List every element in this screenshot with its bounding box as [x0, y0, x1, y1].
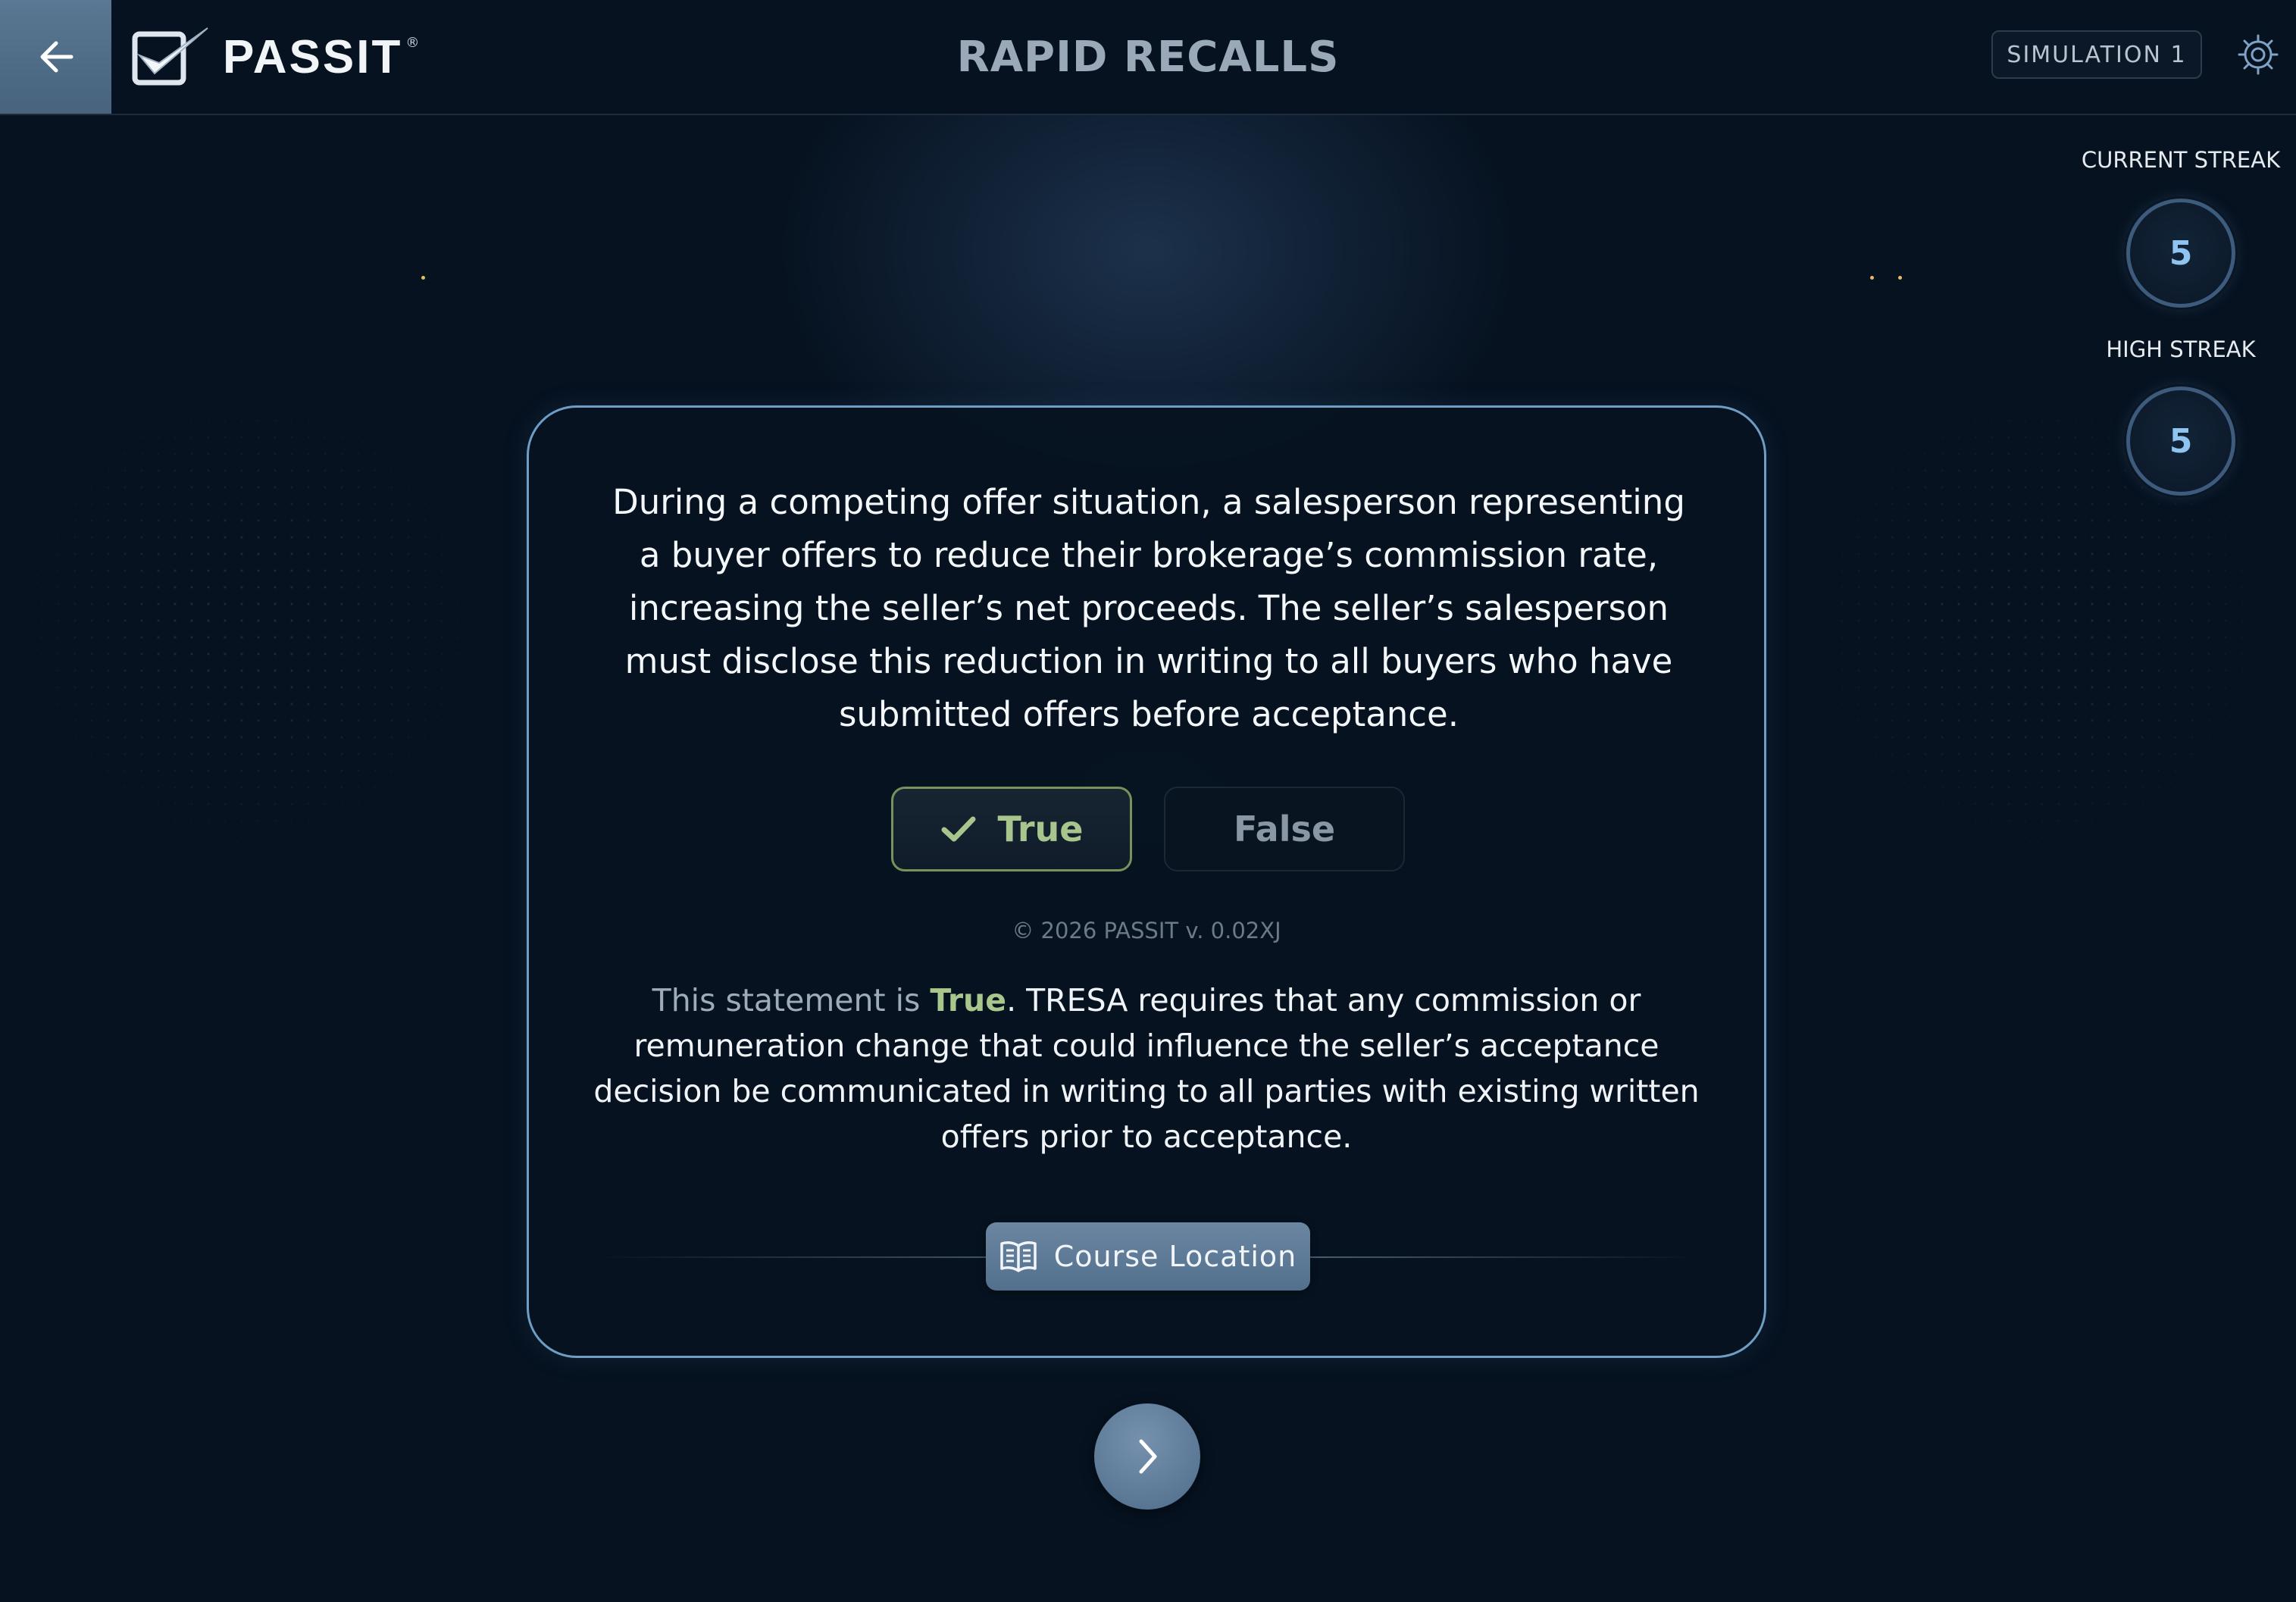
back-arrow-icon — [38, 40, 74, 74]
background-spark — [1870, 276, 1874, 280]
next-question-button[interactable] — [1094, 1403, 1200, 1510]
explanation-prefix: This statement is — [652, 982, 931, 1018]
course-location-label: Course Location — [1053, 1240, 1297, 1273]
high-streak-counter: 5 — [2126, 386, 2235, 496]
course-location-button[interactable]: Course Location — [986, 1222, 1310, 1291]
passit-logo: PASSIT ® — [129, 17, 419, 97]
background-dot-pattern-right — [1834, 212, 2296, 985]
high-streak-label: HIGH STREAK — [2106, 336, 2256, 362]
logo-text: PASSIT — [223, 30, 403, 83]
background-spark — [421, 276, 425, 280]
divider-line — [1309, 1256, 1696, 1258]
question-card: During a competing offer situation, a sa… — [527, 405, 1766, 1358]
explanation-verdict: True — [930, 982, 1007, 1018]
background-dot-pattern-left — [0, 212, 470, 985]
settings-button[interactable] — [2234, 30, 2282, 79]
explanation-text: This statement is True. TRESA requires t… — [590, 978, 1703, 1159]
checkmark-logo-icon — [129, 25, 214, 89]
back-button[interactable] — [0, 0, 111, 114]
top-bar: PASSIT ® RAPID RECALLS SIMULATION 1 — [0, 0, 2296, 115]
open-book-icon — [999, 1240, 1037, 1273]
current-streak-counter: 5 — [2126, 199, 2235, 308]
checkmark-icon — [940, 814, 977, 844]
simulation-button[interactable]: SIMULATION 1 — [1991, 30, 2202, 79]
registered-mark: ® — [405, 35, 420, 51]
false-answer-button[interactable]: False — [1164, 787, 1405, 871]
true-answer-label: True — [997, 809, 1084, 849]
question-text: During a competing offer situation, a sa… — [612, 482, 1685, 734]
true-answer-button[interactable]: True — [891, 787, 1132, 871]
background-spark — [1898, 276, 1902, 280]
false-answer-label: False — [1233, 809, 1336, 849]
copyright-text: © 2026 PASSIT v. 0.02XJ — [1012, 918, 1281, 943]
chevron-right-icon — [1131, 1435, 1164, 1478]
gear-icon — [2237, 33, 2279, 76]
current-streak-label: CURRENT STREAK — [2081, 147, 2281, 173]
